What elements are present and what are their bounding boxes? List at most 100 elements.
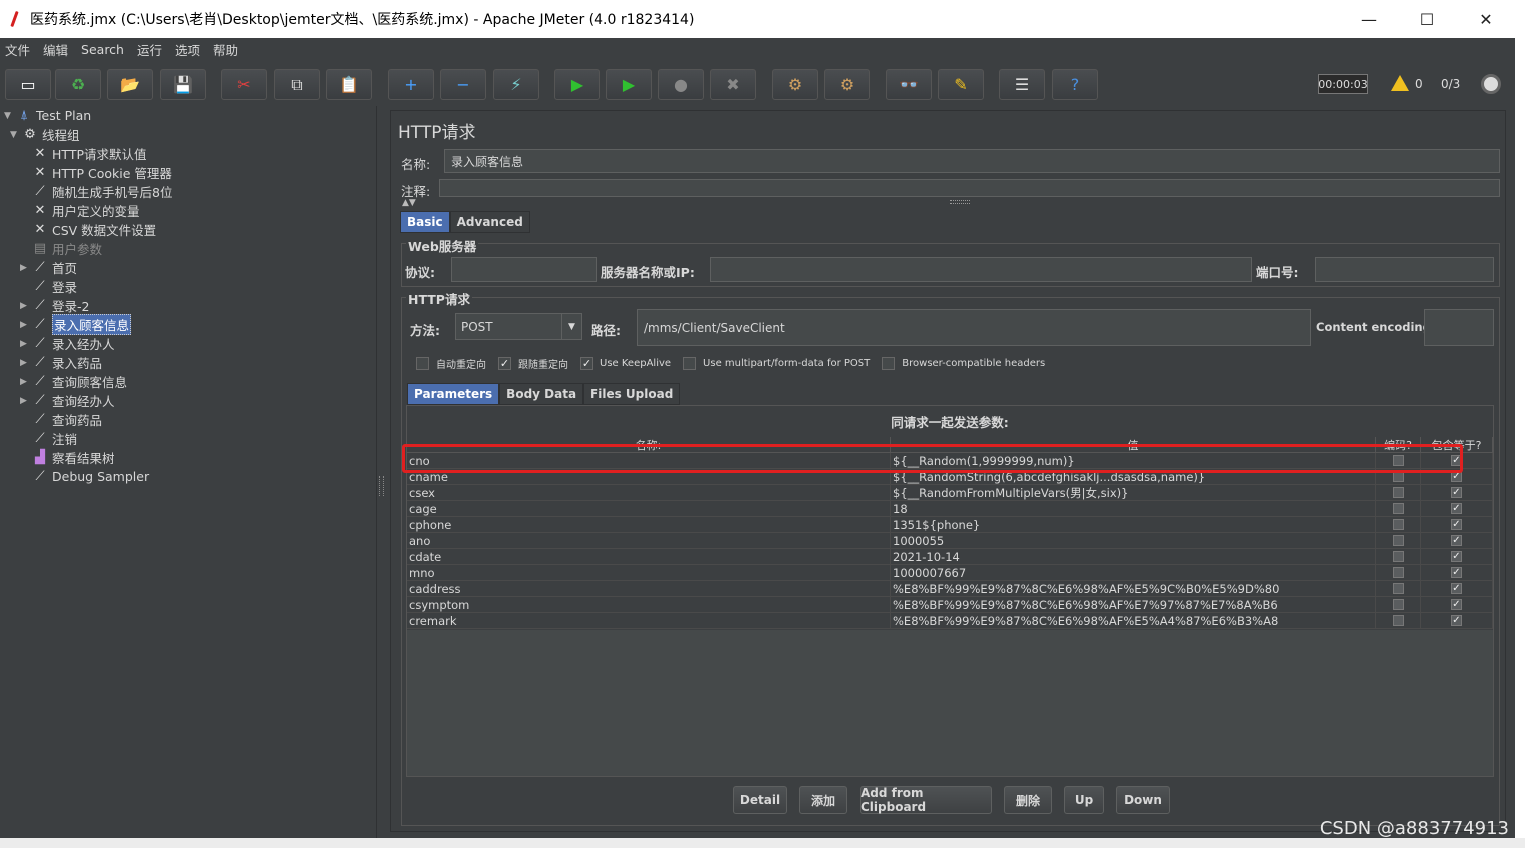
table-row[interactable]: cphone 1351${phone} ✓ bbox=[407, 517, 1493, 533]
expanded-arrow-icon[interactable]: ▼ bbox=[10, 130, 22, 140]
menu-item-0[interactable]: 文件 bbox=[5, 40, 30, 59]
search-button[interactable]: 👓 bbox=[886, 69, 932, 100]
server-input[interactable] bbox=[710, 257, 1252, 282]
table-row[interactable]: caddress %E8%BF%99%E9%87%8C%E6%98%AF%E5%9… bbox=[407, 581, 1493, 597]
delete-button[interactable]: 删除 bbox=[1004, 786, 1052, 814]
tree-item[interactable]: ▶ ⟋ 首页 bbox=[20, 258, 77, 277]
tab-files-upload[interactable]: Files Upload bbox=[583, 383, 681, 405]
include-equals-checkbox[interactable]: ✓ bbox=[1451, 567, 1462, 578]
param-value-cell[interactable]: 1000007667 bbox=[891, 565, 1376, 580]
cut-button[interactable]: ✂ bbox=[221, 69, 267, 100]
clear-all-button[interactable]: ⚙ bbox=[824, 69, 870, 100]
expanded-arrow-icon[interactable]: ▼ bbox=[4, 111, 16, 121]
encoding-input[interactable] bbox=[1424, 309, 1494, 346]
collapsed-arrow-icon[interactable]: ▶ bbox=[20, 320, 32, 330]
add-button[interactable]: 添加 bbox=[799, 786, 847, 814]
param-name-cell[interactable]: csex bbox=[407, 485, 891, 500]
param-value-cell[interactable]: %E8%BF%99%E9%87%8C%E6%98%AF%E7%97%87%E7%… bbox=[891, 597, 1376, 612]
table-empty-space[interactable] bbox=[407, 630, 1493, 776]
table-row[interactable]: cremark %E8%BF%99%E9%87%8C%E6%98%AF%E5%A4… bbox=[407, 613, 1493, 629]
path-input[interactable]: /mms/Client/SaveClient bbox=[637, 309, 1311, 346]
include-equals-checkbox[interactable]: ✓ bbox=[1451, 615, 1462, 626]
collapsed-arrow-icon[interactable]: ▶ bbox=[20, 263, 32, 273]
remote-globe-icon[interactable] bbox=[1481, 74, 1501, 94]
include-equals-checkbox[interactable]: ✓ bbox=[1451, 535, 1462, 546]
split-pane-divider[interactable] bbox=[376, 106, 386, 838]
menu-item-4[interactable]: 选项 bbox=[175, 40, 200, 59]
param-name-cell[interactable]: cremark bbox=[407, 613, 891, 628]
clear-button[interactable]: ⚙ bbox=[772, 69, 818, 100]
tree-item[interactable]: ⟋ 注销 bbox=[20, 429, 77, 448]
param-value-cell[interactable]: %E8%BF%99%E9%87%8C%E6%98%AF%E5%A4%87%E6%… bbox=[891, 613, 1376, 628]
menu-item-2[interactable]: Search bbox=[81, 42, 124, 57]
close-button[interactable]: ✕ bbox=[1457, 0, 1515, 38]
include-equals-checkbox[interactable]: ✓ bbox=[1451, 599, 1462, 610]
option-checkbox[interactable]: ✓ bbox=[498, 356, 511, 370]
collapse-button[interactable]: − bbox=[440, 69, 486, 100]
param-value-cell[interactable]: 18 bbox=[891, 501, 1376, 516]
param-name-cell[interactable]: ano bbox=[407, 533, 891, 548]
tab-parameters[interactable]: Parameters bbox=[407, 383, 500, 405]
param-name-cell[interactable]: csymptom bbox=[407, 597, 891, 612]
detail-button[interactable]: Detail bbox=[733, 786, 787, 814]
param-value-cell[interactable]: %E8%BF%99%E9%87%8C%E6%98%AF%E5%9C%B0%E5%… bbox=[891, 581, 1376, 596]
divider-grip[interactable] bbox=[950, 200, 970, 204]
param-value-cell[interactable]: 1351${phone} bbox=[891, 517, 1376, 532]
tree-item[interactable]: ▶ ⟋ 查询经办人 bbox=[20, 391, 115, 410]
warning-icon[interactable] bbox=[1391, 75, 1409, 91]
function-helper-button[interactable]: ☰ bbox=[999, 69, 1045, 100]
include-equals-checkbox[interactable]: ✓ bbox=[1451, 583, 1462, 594]
tree-item[interactable]: ✕ HTTP Cookie 管理器 bbox=[20, 163, 172, 182]
save-button[interactable]: 💾 bbox=[160, 69, 206, 100]
param-name-cell[interactable]: caddress bbox=[407, 581, 891, 596]
paste-button[interactable]: 📋 bbox=[326, 69, 372, 100]
collapsed-arrow-icon[interactable]: ▶ bbox=[20, 339, 32, 349]
menu-item-1[interactable]: 编辑 bbox=[43, 40, 68, 59]
encode-checkbox[interactable] bbox=[1392, 583, 1404, 594]
encode-checkbox[interactable] bbox=[1392, 551, 1404, 562]
option-checkbox[interactable] bbox=[882, 356, 896, 370]
encode-checkbox[interactable] bbox=[1392, 519, 1404, 530]
param-name-cell[interactable]: cdate bbox=[407, 549, 891, 564]
down-button[interactable]: Down bbox=[1116, 786, 1170, 814]
tree-item[interactable]: ▶ ⟋ 登录-2 bbox=[20, 296, 89, 315]
param-name-cell[interactable]: cage bbox=[407, 501, 891, 516]
protocol-input[interactable] bbox=[451, 257, 597, 282]
method-select[interactable]: POST ▼ bbox=[455, 313, 582, 340]
param-value-cell[interactable]: ${__RandomFromMultipleVars(男|女,six)} bbox=[891, 485, 1376, 500]
tab-basic[interactable]: Basic bbox=[400, 211, 450, 233]
start-no-pause-button[interactable]: ▶ bbox=[606, 69, 652, 100]
encode-checkbox[interactable] bbox=[1392, 615, 1404, 626]
copy-button[interactable]: ⧉ bbox=[274, 69, 320, 100]
name-input[interactable]: 录入顾客信息 bbox=[444, 149, 1500, 173]
new-button[interactable]: ▭ bbox=[5, 69, 51, 100]
param-value-cell[interactable]: 2021-10-14 bbox=[891, 549, 1376, 564]
tree-item[interactable]: ▼ ⍋ Test Plan bbox=[4, 106, 91, 125]
tree-item[interactable]: ✕ 用户定义的变量 bbox=[20, 201, 140, 220]
param-name-cell[interactable]: cphone bbox=[407, 517, 891, 532]
tree-item[interactable]: ▶ ⟋ 录入顾客信息 bbox=[20, 314, 132, 335]
table-row[interactable]: csex ${__RandomFromMultipleVars(男|女,six)}… bbox=[407, 485, 1493, 501]
param-value-cell[interactable]: 1000055 bbox=[891, 533, 1376, 548]
table-row[interactable]: csymptom %E8%BF%99%E9%87%8C%E6%98%AF%E7%9… bbox=[407, 597, 1493, 613]
reset-search-button[interactable]: ✎ bbox=[938, 69, 984, 100]
encode-checkbox[interactable] bbox=[1392, 567, 1404, 578]
templates-button[interactable]: ♻ bbox=[55, 69, 101, 100]
table-row[interactable]: cdate 2021-10-14 ✓ bbox=[407, 549, 1493, 565]
chevron-down-icon[interactable]: ▼ bbox=[561, 314, 581, 339]
encode-checkbox[interactable] bbox=[1392, 503, 1404, 514]
collapse-arrows-icon[interactable]: ▲▼ bbox=[402, 198, 416, 208]
tree-item[interactable]: ⟋ 随机生成手机号后8位 bbox=[20, 182, 172, 201]
tree-item[interactable]: ▶ ⟋ 查询顾客信息 bbox=[20, 372, 127, 391]
add-from-clipboard-button[interactable]: Add from Clipboard bbox=[860, 786, 992, 814]
shutdown-button[interactable]: ✖ bbox=[710, 69, 756, 100]
encode-checkbox[interactable] bbox=[1392, 535, 1404, 546]
expand-button[interactable]: + bbox=[388, 69, 434, 100]
table-row[interactable]: cage 18 ✓ bbox=[407, 501, 1493, 517]
start-button[interactable]: ▶ bbox=[554, 69, 600, 100]
splitter-grip[interactable] bbox=[379, 476, 384, 496]
toggle-button[interactable]: ⚡ bbox=[493, 69, 539, 100]
include-equals-checkbox[interactable]: ✓ bbox=[1451, 503, 1462, 514]
tree-item[interactable]: ✕ CSV 数据文件设置 bbox=[20, 220, 157, 239]
collapsed-arrow-icon[interactable]: ▶ bbox=[20, 396, 32, 406]
